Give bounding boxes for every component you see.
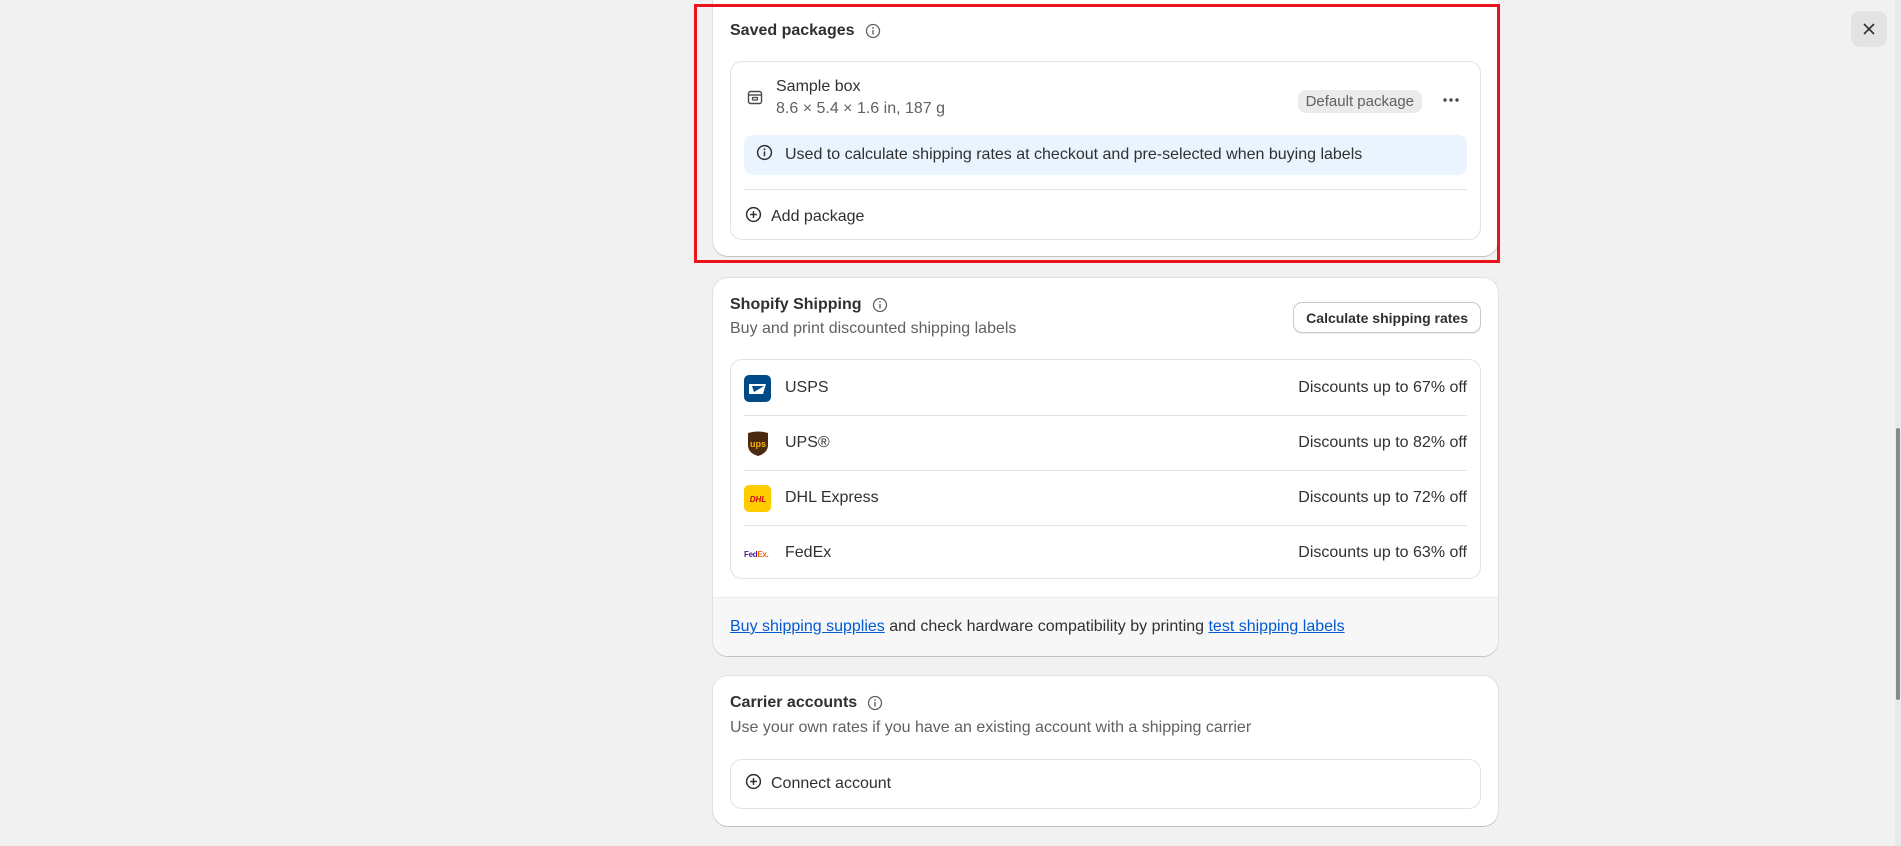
more-actions-button[interactable] — [1436, 88, 1466, 112]
ups-logo-text: ups — [749, 439, 765, 449]
package-icon — [746, 88, 764, 111]
carrier-list: USPS Discounts up to 67% off ups UPS® Di… — [730, 359, 1481, 579]
close-button[interactable] — [1851, 11, 1887, 47]
test-shipping-labels-link[interactable]: test shipping labels — [1208, 618, 1344, 636]
shopify-shipping-title: Shopify Shipping — [730, 296, 862, 313]
divider — [744, 189, 1467, 190]
connect-account-button[interactable]: Connect account — [730, 759, 1481, 809]
dhl-logo-text: DHL — [749, 495, 766, 504]
add-package-button[interactable]: Add package — [745, 199, 864, 235]
package-name[interactable]: Sample box — [776, 78, 861, 96]
connect-account-label: Connect account — [771, 775, 892, 792]
carrier-row-ups: ups UPS® Discounts up to 82% off — [731, 415, 1480, 470]
carrier-accounts-subtitle: Use your own rates if you have an existi… — [730, 719, 1252, 736]
carrier-discount: Discounts up to 67% off — [1298, 378, 1467, 396]
package-list: Sample box 8.6 × 5.4 × 1.6 in, 187 g Def… — [730, 61, 1481, 240]
scrollbar-thumb[interactable] — [1896, 428, 1900, 700]
carrier-accounts-card: Carrier accounts Use your own rates if y… — [713, 676, 1498, 826]
carrier-discount: Discounts up to 82% off — [1298, 433, 1467, 451]
shopify-shipping-card: Shopify Shipping Buy and print discounte… — [713, 278, 1498, 656]
carrier-name: FedEx — [785, 543, 832, 561]
carrier-row-dhl: DHL DHL Express Discounts up to 72% off — [731, 470, 1480, 525]
svg-text:FedEx.: FedEx. — [744, 550, 769, 559]
saved-packages-header: Saved packages — [730, 22, 881, 40]
banner-text: Used to calculate shipping rates at chec… — [785, 146, 1363, 163]
carrier-discount: Discounts up to 63% off — [1298, 543, 1467, 561]
carrier-discount: Discounts up to 72% off — [1298, 488, 1467, 506]
fedex-logo-ex: Ex. — [757, 550, 768, 559]
carrier-name: USPS — [785, 378, 829, 396]
info-circle-icon — [756, 144, 773, 166]
carrier-row-usps: USPS Discounts up to 67% off — [731, 360, 1480, 415]
carrier-name: DHL Express — [785, 488, 879, 506]
shopify-shipping-subtitle: Buy and print discounted shipping labels — [730, 320, 1017, 337]
info-icon[interactable] — [865, 23, 881, 39]
scrollbar[interactable] — [1895, 0, 1901, 846]
info-banner: Used to calculate shipping rates at chec… — [744, 135, 1467, 175]
shopify-shipping-header: Shopify Shipping — [730, 296, 888, 314]
default-package-badge: Default package — [1297, 90, 1422, 113]
saved-packages-card: Saved packages Sample box 8.6 × 5.4 × 1.… — [713, 0, 1498, 256]
footer-text: and check hardware compatibility by prin… — [884, 618, 1209, 635]
plus-circle-icon — [745, 206, 762, 228]
info-icon[interactable] — [872, 297, 888, 313]
calculate-shipping-rates-button[interactable]: Calculate shipping rates — [1293, 302, 1481, 333]
plus-circle-icon — [745, 773, 762, 795]
add-package-label: Add package — [771, 208, 865, 225]
ups-logo-icon: ups — [744, 430, 771, 457]
buy-shipping-supplies-link[interactable]: Buy shipping supplies — [730, 618, 885, 636]
dhl-logo-icon: DHL — [744, 485, 771, 512]
close-icon — [1863, 23, 1875, 35]
shipping-footer: Buy shipping supplies and check hardware… — [713, 597, 1498, 656]
ellipsis-icon — [1443, 98, 1459, 102]
saved-packages-title: Saved packages — [730, 22, 855, 39]
carrier-row-fedex: FedEx. FedEx Discounts up to 63% off — [731, 525, 1480, 580]
carrier-name: UPS® — [785, 433, 830, 451]
fedex-logo-fed: Fed — [744, 550, 758, 559]
info-icon[interactable] — [867, 695, 883, 711]
carrier-accounts-title: Carrier accounts — [730, 694, 858, 711]
carrier-accounts-header: Carrier accounts — [730, 694, 883, 712]
package-dimensions: 8.6 × 5.4 × 1.6 in, 187 g — [776, 100, 946, 117]
usps-logo-icon — [744, 375, 771, 402]
fedex-logo-icon: FedEx. — [744, 540, 771, 567]
